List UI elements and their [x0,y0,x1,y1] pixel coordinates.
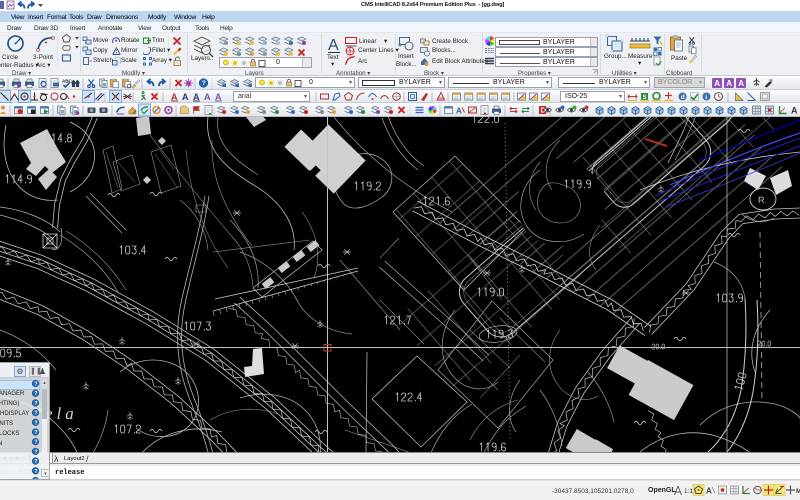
svg-text:A: A [328,37,339,54]
svg-text:R: R [758,195,765,205]
svg-text:A: A [182,92,189,102]
svg-text:A: A [738,79,744,88]
svg-text:A: A [204,92,211,102]
svg-text:A: A [456,107,462,116]
svg-text:?: ? [202,80,206,87]
svg-text:A: A [726,79,732,88]
svg-text:1:1: 1:1 [684,488,693,495]
svg-text:A: A [714,79,720,88]
svg-text:A: A [791,106,798,116]
svg-text:d: d [681,94,685,101]
svg-text:ABC: ABC [62,79,72,84]
svg-text:MOD: MOD [796,488,800,495]
svg-text:i: i [705,94,707,101]
svg-text:A: A [706,487,712,496]
